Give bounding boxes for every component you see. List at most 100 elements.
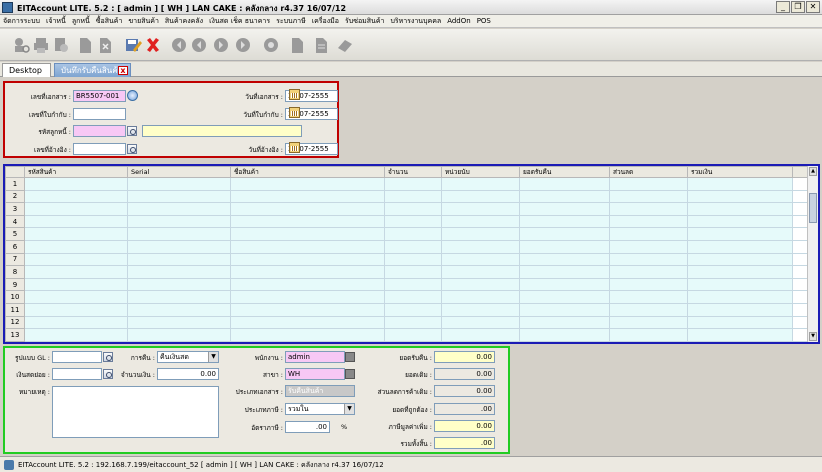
grid-cell[interactable] xyxy=(230,202,385,216)
grid-cell[interactable] xyxy=(127,177,231,191)
attach-icon[interactable] xyxy=(288,36,306,54)
close-button[interactable]: ✕ xyxy=(806,1,820,13)
grid-cell[interactable] xyxy=(609,177,688,191)
grid-cell[interactable] xyxy=(230,302,385,317)
grid-cell[interactable] xyxy=(609,189,688,204)
grid-cell[interactable] xyxy=(24,252,128,267)
grid-cell[interactable] xyxy=(441,328,520,342)
grid-cell[interactable] xyxy=(687,227,793,241)
grid-cell[interactable] xyxy=(384,328,442,342)
grid-cell[interactable] xyxy=(519,189,610,204)
table-row[interactable]: 10 xyxy=(5,290,810,304)
grid-cell[interactable] xyxy=(609,239,688,254)
table-row[interactable]: 2 xyxy=(5,189,810,204)
grid-cell[interactable] xyxy=(609,315,688,330)
grid-cell[interactable] xyxy=(609,277,688,292)
grid-vertical-scrollbar[interactable]: ▲ ▼ xyxy=(807,166,818,342)
grid-cell[interactable] xyxy=(384,202,442,216)
grid-cell[interactable] xyxy=(687,315,793,330)
table-row[interactable]: 9 xyxy=(5,277,810,292)
remark-textarea[interactable] xyxy=(52,386,219,438)
ref-date-calendar-icon[interactable] xyxy=(289,107,300,118)
grid-cell[interactable] xyxy=(384,177,442,191)
grid-cell[interactable] xyxy=(441,177,520,191)
bill-ref-lookup-icon[interactable] xyxy=(127,144,137,154)
grid-cell[interactable] xyxy=(519,177,610,191)
grid-cell[interactable] xyxy=(441,277,520,292)
menu-item[interactable]: เจ้าหนี้ xyxy=(43,15,69,28)
bill-ref-field[interactable] xyxy=(73,143,126,155)
eraser-icon[interactable] xyxy=(336,36,354,54)
restore-button[interactable]: ❐ xyxy=(791,1,805,13)
first-icon[interactable] xyxy=(170,36,188,54)
employee-field[interactable]: admin xyxy=(285,351,345,363)
table-row[interactable]: 1 xyxy=(5,177,810,191)
grid-cell[interactable] xyxy=(609,290,688,304)
menu-item[interactable]: สินค้าคงคลัง xyxy=(162,15,206,28)
grid-cell[interactable] xyxy=(609,227,688,241)
grid-cell[interactable] xyxy=(127,214,231,229)
grid-cell[interactable] xyxy=(441,239,520,254)
customer-lookup-icon[interactable] xyxy=(127,126,137,136)
branch-field[interactable]: WH xyxy=(285,368,345,380)
print-icon[interactable] xyxy=(32,36,50,54)
grid-cell[interactable] xyxy=(609,328,688,342)
grid-cell[interactable] xyxy=(24,290,128,304)
grid-cell[interactable] xyxy=(24,214,128,229)
table-row[interactable]: 8 xyxy=(5,265,810,279)
menu-item[interactable]: POS xyxy=(474,15,494,28)
grid-cell[interactable] xyxy=(687,202,793,216)
grid-cell[interactable] xyxy=(519,265,610,279)
scroll-up-icon[interactable]: ▲ xyxy=(809,167,817,176)
prev-icon[interactable] xyxy=(190,36,208,54)
grid-cell[interactable] xyxy=(384,214,442,229)
grid-cell[interactable] xyxy=(441,290,520,304)
grid-cell[interactable] xyxy=(127,265,231,279)
grid-cell[interactable] xyxy=(230,214,385,229)
grid-cell[interactable] xyxy=(687,177,793,191)
column-header[interactable]: หน่วยนับ xyxy=(441,166,520,178)
ref-no-field[interactable] xyxy=(73,108,126,120)
grid-cell[interactable] xyxy=(687,277,793,292)
customer-code-field[interactable] xyxy=(73,125,126,137)
return-type-select[interactable]: คืนเงินสด ▼ xyxy=(157,351,219,363)
grid-cell[interactable] xyxy=(230,265,385,279)
grid-cell[interactable] xyxy=(519,239,610,254)
menu-item[interactable]: เงินสด เช็ค ธนาคาร xyxy=(206,15,273,28)
table-row[interactable]: 5 xyxy=(5,227,810,241)
table-row[interactable]: 12 xyxy=(5,315,810,330)
copy-doc-icon[interactable] xyxy=(96,36,114,54)
grid-cell[interactable] xyxy=(127,239,231,254)
grid-cell[interactable] xyxy=(24,302,128,317)
grid-cell[interactable] xyxy=(230,189,385,204)
running-number-icon[interactable] xyxy=(127,90,138,101)
grid-cell[interactable] xyxy=(519,252,610,267)
table-row[interactable]: 4 xyxy=(5,214,810,229)
grid-cell[interactable] xyxy=(441,265,520,279)
tab-return-goods[interactable]: บันทึกรับคืนสินค้า x xyxy=(54,63,131,77)
grid-cell[interactable] xyxy=(441,252,520,267)
column-header[interactable]: จำนวน xyxy=(384,166,442,178)
grid-cell[interactable] xyxy=(384,290,442,304)
grid-cell[interactable] xyxy=(384,277,442,292)
grid-cell[interactable] xyxy=(127,302,231,317)
grid-cell[interactable] xyxy=(230,252,385,267)
grid-cell[interactable] xyxy=(384,189,442,204)
chevron-down-icon[interactable]: ▼ xyxy=(344,404,354,414)
grid-cell[interactable] xyxy=(519,227,610,241)
grid-cell[interactable] xyxy=(24,277,128,292)
grid-cell[interactable] xyxy=(609,265,688,279)
grid-cell[interactable] xyxy=(127,189,231,204)
grid-cell[interactable] xyxy=(384,227,442,241)
grid-cell[interactable] xyxy=(609,214,688,229)
column-header[interactable]: ชื่อสินค้า xyxy=(230,166,385,178)
grid-cell[interactable] xyxy=(609,252,688,267)
doc-date-calendar-icon[interactable] xyxy=(289,89,300,100)
chevron-down-icon[interactable]: ▼ xyxy=(208,352,218,362)
grid-cell[interactable] xyxy=(519,302,610,317)
grid-cell[interactable] xyxy=(24,239,128,254)
grid-cell[interactable] xyxy=(687,189,793,204)
grid-cell[interactable] xyxy=(441,214,520,229)
grid-cell[interactable] xyxy=(230,290,385,304)
grid-cell[interactable] xyxy=(441,189,520,204)
